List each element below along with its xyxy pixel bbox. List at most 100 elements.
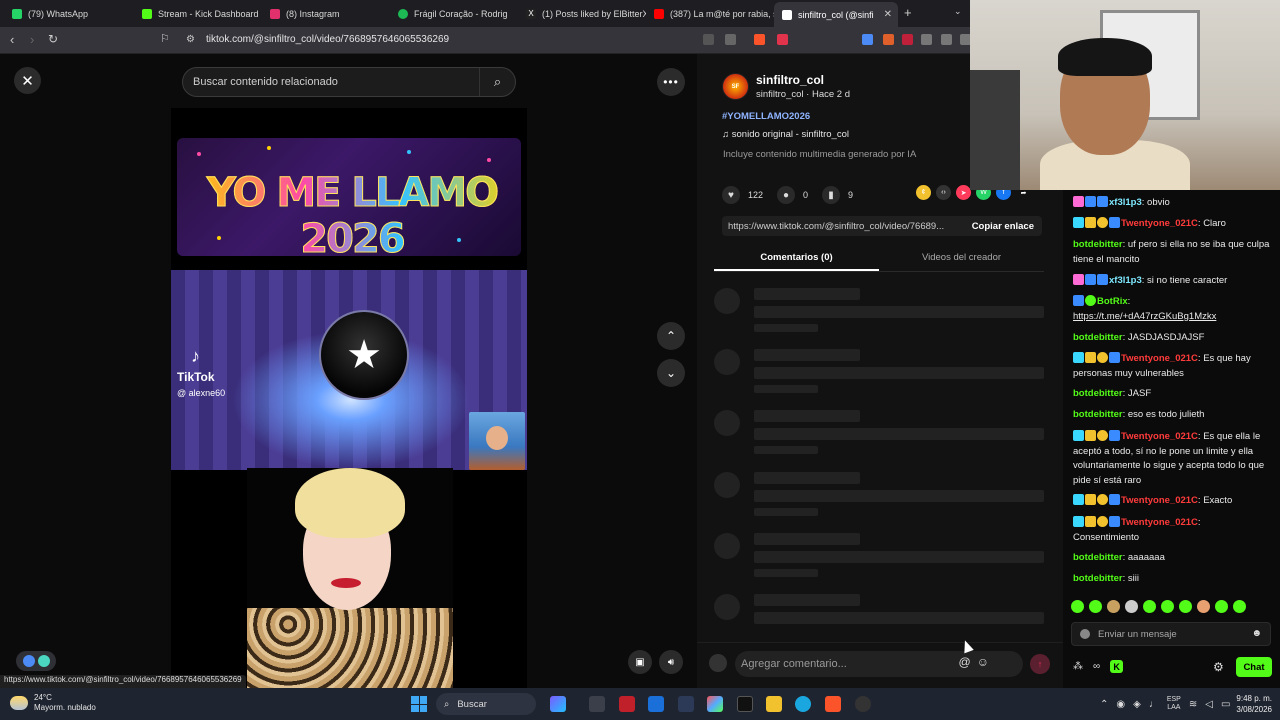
chat-settings-gear-icon[interactable]: ⚙ bbox=[1213, 660, 1224, 674]
tray-chevron-up-icon[interactable]: ⌃ bbox=[1100, 699, 1108, 710]
close-icon[interactable]: ✕ bbox=[14, 67, 41, 94]
user-avatar bbox=[709, 654, 727, 672]
snipping-icon[interactable] bbox=[678, 696, 694, 712]
sound-link[interactable]: ♫ sonido original - sinfiltro_col bbox=[722, 129, 849, 140]
more-options-icon[interactable]: ••• bbox=[657, 68, 685, 96]
bookmark-icon[interactable]: ⚐ bbox=[160, 32, 170, 45]
new-tab-button[interactable]: + bbox=[904, 5, 912, 20]
extension-icon[interactable] bbox=[883, 34, 894, 45]
previous-video-chevron-up-icon[interactable]: ⌃ bbox=[657, 322, 685, 350]
tab-spotify[interactable]: Frágil Coração - Rodrig bbox=[390, 4, 518, 24]
emote-icon[interactable] bbox=[1215, 600, 1228, 613]
tab-comments[interactable]: Comentarios (0) bbox=[714, 248, 879, 271]
chat-link[interactable]: https://t.me/+dA47rzGKuBg1Mzkx bbox=[1073, 311, 1216, 322]
like-button[interactable]: ♥ 122 bbox=[722, 186, 763, 204]
coin-icon[interactable]: ¢ bbox=[916, 185, 931, 200]
brave-rewards-icon[interactable] bbox=[777, 34, 788, 45]
emote-icon[interactable] bbox=[1125, 600, 1138, 613]
skeleton-avatar bbox=[714, 533, 740, 559]
emote-icon[interactable] bbox=[1161, 600, 1174, 613]
emote-icon[interactable] bbox=[1233, 600, 1246, 613]
tab-instagram[interactable]: (8) Instagram bbox=[262, 4, 390, 24]
embed-icon[interactable]: ‹› bbox=[936, 185, 951, 200]
emote-icon[interactable] bbox=[1089, 600, 1102, 613]
extension-m-icon[interactable] bbox=[902, 34, 913, 45]
terminal-icon[interactable] bbox=[737, 696, 753, 712]
emote-icon[interactable] bbox=[1107, 600, 1120, 613]
translate-icon[interactable] bbox=[725, 34, 736, 45]
next-video-chevron-down-icon[interactable]: ⌄ bbox=[657, 359, 685, 387]
video-link-text[interactable]: https://www.tiktok.com/@sinfiltro_col/vi… bbox=[722, 221, 957, 232]
related-search-input[interactable]: Buscar contenido relacionado ⌕ bbox=[182, 67, 516, 97]
comment-input[interactable]: Agregar comentario... @ ☺ bbox=[735, 651, 1023, 677]
search-icon[interactable]: ⌕ bbox=[479, 68, 515, 96]
chat-send-button[interactable]: Chat bbox=[1236, 657, 1272, 677]
infinity-icon[interactable]: ∞ bbox=[1093, 661, 1100, 672]
mention-icon[interactable]: @ bbox=[959, 655, 971, 669]
brave-taskbar-icon[interactable] bbox=[825, 696, 841, 712]
forward-icon[interactable]: › bbox=[30, 32, 34, 47]
tray-app-icon[interactable]: ◉ bbox=[1116, 699, 1125, 710]
tab-youtube[interactable]: (387) La m@té por rabia, s bbox=[646, 4, 774, 24]
taskbar-search[interactable]: ⌕ Buscar bbox=[436, 693, 536, 715]
url-field[interactable]: tiktok.com/@sinfiltro_col/video/76689576… bbox=[206, 34, 449, 45]
comment-button[interactable]: ● 0 bbox=[777, 186, 808, 204]
author-avatar[interactable]: SF bbox=[722, 73, 749, 100]
tab-tiktok-active[interactable]: sinfiltro_col (@sinfi ✕ bbox=[774, 2, 898, 27]
back-icon[interactable]: ‹ bbox=[10, 32, 14, 47]
close-tab-icon[interactable]: ✕ bbox=[884, 9, 892, 20]
emote-icon[interactable] bbox=[1179, 600, 1192, 613]
emote-icon[interactable] bbox=[1197, 600, 1210, 613]
emoji-icon[interactable]: ☺ bbox=[977, 655, 989, 669]
users-icon[interactable]: ⁂ bbox=[1073, 661, 1083, 672]
cast-icon[interactable] bbox=[703, 34, 714, 45]
skeleton-line bbox=[754, 288, 860, 300]
emote-icon[interactable] bbox=[1071, 600, 1084, 613]
store-icon[interactable] bbox=[648, 696, 664, 712]
engagement-stats: ♥ 122 ● 0 ▮ 9 bbox=[722, 186, 853, 204]
edge-icon[interactable] bbox=[795, 696, 811, 712]
copilot-icon[interactable] bbox=[550, 696, 566, 712]
send-comment-button[interactable]: ↑ bbox=[1030, 654, 1050, 674]
tray-shield-icon[interactable]: ◈ bbox=[1133, 699, 1141, 710]
hashtag-link[interactable]: #YOMELLAMO2026 bbox=[722, 111, 810, 122]
obs-icon[interactable] bbox=[855, 696, 871, 712]
extension-pill[interactable] bbox=[16, 651, 56, 671]
weather-widget[interactable]: 24°C Mayorm. nublado bbox=[10, 693, 96, 713]
author-name[interactable]: sinfiltro_col bbox=[756, 73, 824, 87]
brave-shield-icon[interactable] bbox=[754, 34, 765, 45]
tab-creator-videos[interactable]: Videos del creador bbox=[879, 248, 1044, 271]
chat-message-input[interactable]: Enviar un mensaje ☻ bbox=[1071, 622, 1271, 646]
reload-icon[interactable]: ↻ bbox=[48, 32, 58, 46]
wifi-icon[interactable]: ≋ bbox=[1189, 699, 1197, 710]
extension-translate-icon[interactable] bbox=[862, 34, 873, 45]
copilot-app-icon[interactable] bbox=[707, 696, 723, 712]
pip-icon[interactable]: ▣ bbox=[628, 650, 652, 674]
extensions-puzzle-icon[interactable] bbox=[921, 34, 932, 45]
speaker-icon[interactable]: ◁ bbox=[1205, 699, 1213, 710]
kick-logo-icon[interactable]: K bbox=[1110, 660, 1124, 673]
tab-kick-dashboard[interactable]: Stream - Kick Dashboard bbox=[134, 4, 262, 24]
task-view-icon[interactable] bbox=[589, 696, 605, 712]
emote-icon[interactable] bbox=[1143, 600, 1156, 613]
language-indicator[interactable]: ESP LAA bbox=[1167, 696, 1181, 712]
power-app-icon[interactable] bbox=[619, 696, 635, 712]
tab-list-chevron-icon[interactable]: ⌄ bbox=[954, 6, 962, 17]
tab-whatsapp[interactable]: (79) WhatsApp bbox=[4, 4, 132, 24]
microphone-icon[interactable]: ♩ bbox=[1149, 699, 1159, 710]
video-player[interactable]: YO ME LLAMO 2026 ★ ♪ TikTok @ alexne60 bbox=[171, 108, 527, 688]
skeleton-line bbox=[754, 569, 818, 577]
windows-start-icon[interactable] bbox=[411, 696, 427, 712]
volume-icon[interactable]: 🔊︎ bbox=[659, 650, 683, 674]
sparkle bbox=[407, 150, 411, 154]
taskbar-clock[interactable]: 9:48 p. m. 3/08/2026 bbox=[1224, 693, 1272, 715]
copy-link-button[interactable]: Copiar enlace bbox=[972, 221, 1042, 232]
site-info-icon[interactable]: ⚙ bbox=[186, 34, 195, 45]
save-button[interactable]: ▮ 9 bbox=[822, 186, 853, 204]
chat-emoji-icon[interactable]: ☻ bbox=[1251, 628, 1262, 639]
tab-x[interactable]: X (1) Posts liked by ElBitterX bbox=[518, 4, 646, 24]
file-explorer-icon[interactable] bbox=[766, 696, 782, 712]
chat-identity-icon[interactable] bbox=[1080, 629, 1090, 639]
send-icon[interactable]: ➤ bbox=[956, 185, 971, 200]
media-icon[interactable] bbox=[941, 34, 952, 45]
